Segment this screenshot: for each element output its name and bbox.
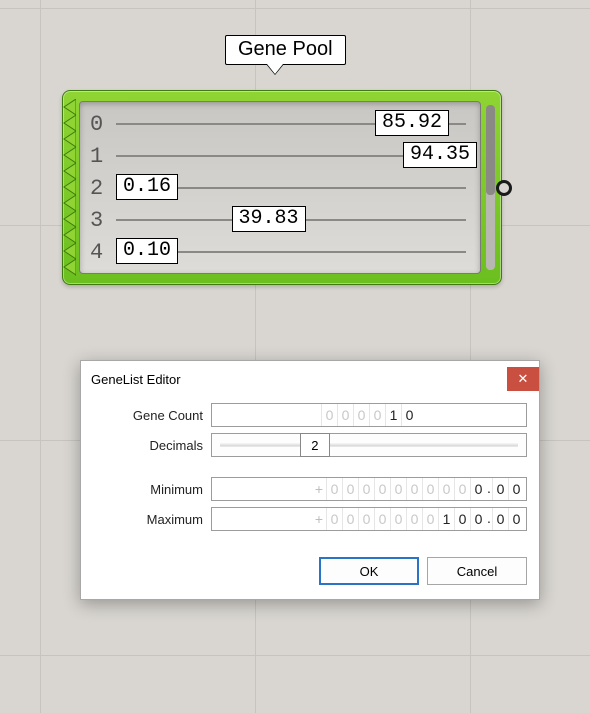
dialog-footer: OK Cancel xyxy=(81,541,539,599)
gene-value[interactable]: 0.10 xyxy=(116,238,178,264)
gene-index: 0 xyxy=(90,112,112,137)
digit: 0 xyxy=(508,508,524,530)
label-minimum: Minimum xyxy=(93,482,211,497)
decimals-handle[interactable]: 2 xyxy=(300,433,330,457)
gene-value[interactable]: 94.35 xyxy=(403,142,477,168)
sign: + xyxy=(312,481,326,497)
gene-value[interactable]: 85.92 xyxy=(375,110,449,136)
gene-slider-track[interactable]: 0.16 xyxy=(116,187,466,189)
gene-row[interactable]: 4 0.10 xyxy=(90,236,470,268)
digit: 0 xyxy=(390,508,406,530)
digit: 0 xyxy=(470,508,486,530)
digit: 0 xyxy=(454,508,470,530)
cancel-button[interactable]: Cancel xyxy=(427,557,527,585)
gene-index: 3 xyxy=(90,208,112,233)
digit: 0 xyxy=(321,404,337,426)
component-label-text: Gene Pool xyxy=(238,38,333,60)
digit: 0 xyxy=(438,478,454,500)
row-decimals: Decimals 2 xyxy=(93,433,527,457)
scrollbar-thumb[interactable] xyxy=(486,105,495,195)
gene-index: 2 xyxy=(90,176,112,201)
digit: 0 xyxy=(326,478,342,500)
sign: + xyxy=(312,511,326,527)
digit: 0 xyxy=(342,478,358,500)
gene-pool-inner: 0 85.92 1 94.35 2 0.16 3 39.83 4 xyxy=(79,101,481,274)
ok-button[interactable]: OK xyxy=(319,557,419,585)
digit: 0 xyxy=(342,508,358,530)
digit: 1 xyxy=(385,404,401,426)
digit: 0 xyxy=(390,478,406,500)
decimals-track xyxy=(220,444,518,447)
digit: 0 xyxy=(326,508,342,530)
cancel-label: Cancel xyxy=(457,564,497,579)
digit: 0 xyxy=(454,478,470,500)
digit: 0 xyxy=(353,404,369,426)
digit: 0 xyxy=(401,404,417,426)
digit: 0 xyxy=(374,508,390,530)
gene-row[interactable]: 3 39.83 xyxy=(90,204,470,236)
label-maximum: Maximum xyxy=(93,512,211,527)
decimals-slider[interactable]: 2 xyxy=(211,433,527,457)
digit: 0 xyxy=(492,478,508,500)
gene-value[interactable]: 39.83 xyxy=(232,206,306,232)
gene-index: 1 xyxy=(90,144,112,169)
ok-label: OK xyxy=(360,564,379,579)
digit: 0 xyxy=(358,478,374,500)
gene-row[interactable]: 0 85.92 xyxy=(90,108,470,140)
gene-slider-track[interactable]: 94.35 xyxy=(116,155,466,157)
dialog-titlebar[interactable]: GeneList Editor ✕ xyxy=(81,361,539,397)
gene-count-field[interactable]: 0 0 0 0 1 0 xyxy=(211,403,527,427)
row-maximum: Maximum + 0 0 0 0 0 0 0 1 0 0 . 0 0 xyxy=(93,507,527,531)
scrollbar[interactable] xyxy=(486,105,495,270)
decimals-value: 2 xyxy=(311,438,318,453)
output-grip[interactable] xyxy=(496,180,512,196)
row-gene-count: Gene Count 0 0 0 0 1 0 xyxy=(93,403,527,427)
gene-pool-component[interactable]: 0 85.92 1 94.35 2 0.16 3 39.83 4 xyxy=(62,90,502,285)
minimum-field[interactable]: + 0 0 0 0 0 0 0 0 0 0 . 0 0 xyxy=(211,477,527,501)
digit: 0 xyxy=(508,478,524,500)
digit: 0 xyxy=(358,508,374,530)
digit: 1 xyxy=(438,508,454,530)
digit: 0 xyxy=(492,508,508,530)
genelist-editor-dialog: GeneList Editor ✕ Gene Count 0 0 0 0 1 0… xyxy=(80,360,540,600)
digit: 0 xyxy=(369,404,385,426)
dialog-title: GeneList Editor xyxy=(91,372,181,387)
label-gene-count: Gene Count xyxy=(93,408,211,423)
dialog-body: Gene Count 0 0 0 0 1 0 Decimals 2 xyxy=(81,397,539,541)
close-icon: ✕ xyxy=(518,371,529,387)
row-minimum: Minimum + 0 0 0 0 0 0 0 0 0 0 . 0 0 xyxy=(93,477,527,501)
gene-slider-track[interactable]: 85.92 xyxy=(116,123,466,125)
digit: 0 xyxy=(337,404,353,426)
close-button[interactable]: ✕ xyxy=(507,367,539,391)
gene-value[interactable]: 0.16 xyxy=(116,174,178,200)
label-decimals: Decimals xyxy=(93,438,211,453)
gene-row[interactable]: 1 94.35 xyxy=(90,140,470,172)
gene-slider-track[interactable]: 39.83 xyxy=(116,219,466,221)
digit: 0 xyxy=(406,478,422,500)
digit: 0 xyxy=(374,478,390,500)
maximum-field[interactable]: + 0 0 0 0 0 0 0 1 0 0 . 0 0 xyxy=(211,507,527,531)
zigzag-edge xyxy=(62,99,76,276)
digit: 0 xyxy=(422,508,438,530)
gene-slider-track[interactable]: 0.10 xyxy=(116,251,466,253)
digit: 0 xyxy=(422,478,438,500)
component-label: Gene Pool xyxy=(225,35,346,65)
gene-row[interactable]: 2 0.16 xyxy=(90,172,470,204)
digit: 0 xyxy=(470,478,486,500)
digit: 0 xyxy=(406,508,422,530)
gene-index: 4 xyxy=(90,240,112,265)
